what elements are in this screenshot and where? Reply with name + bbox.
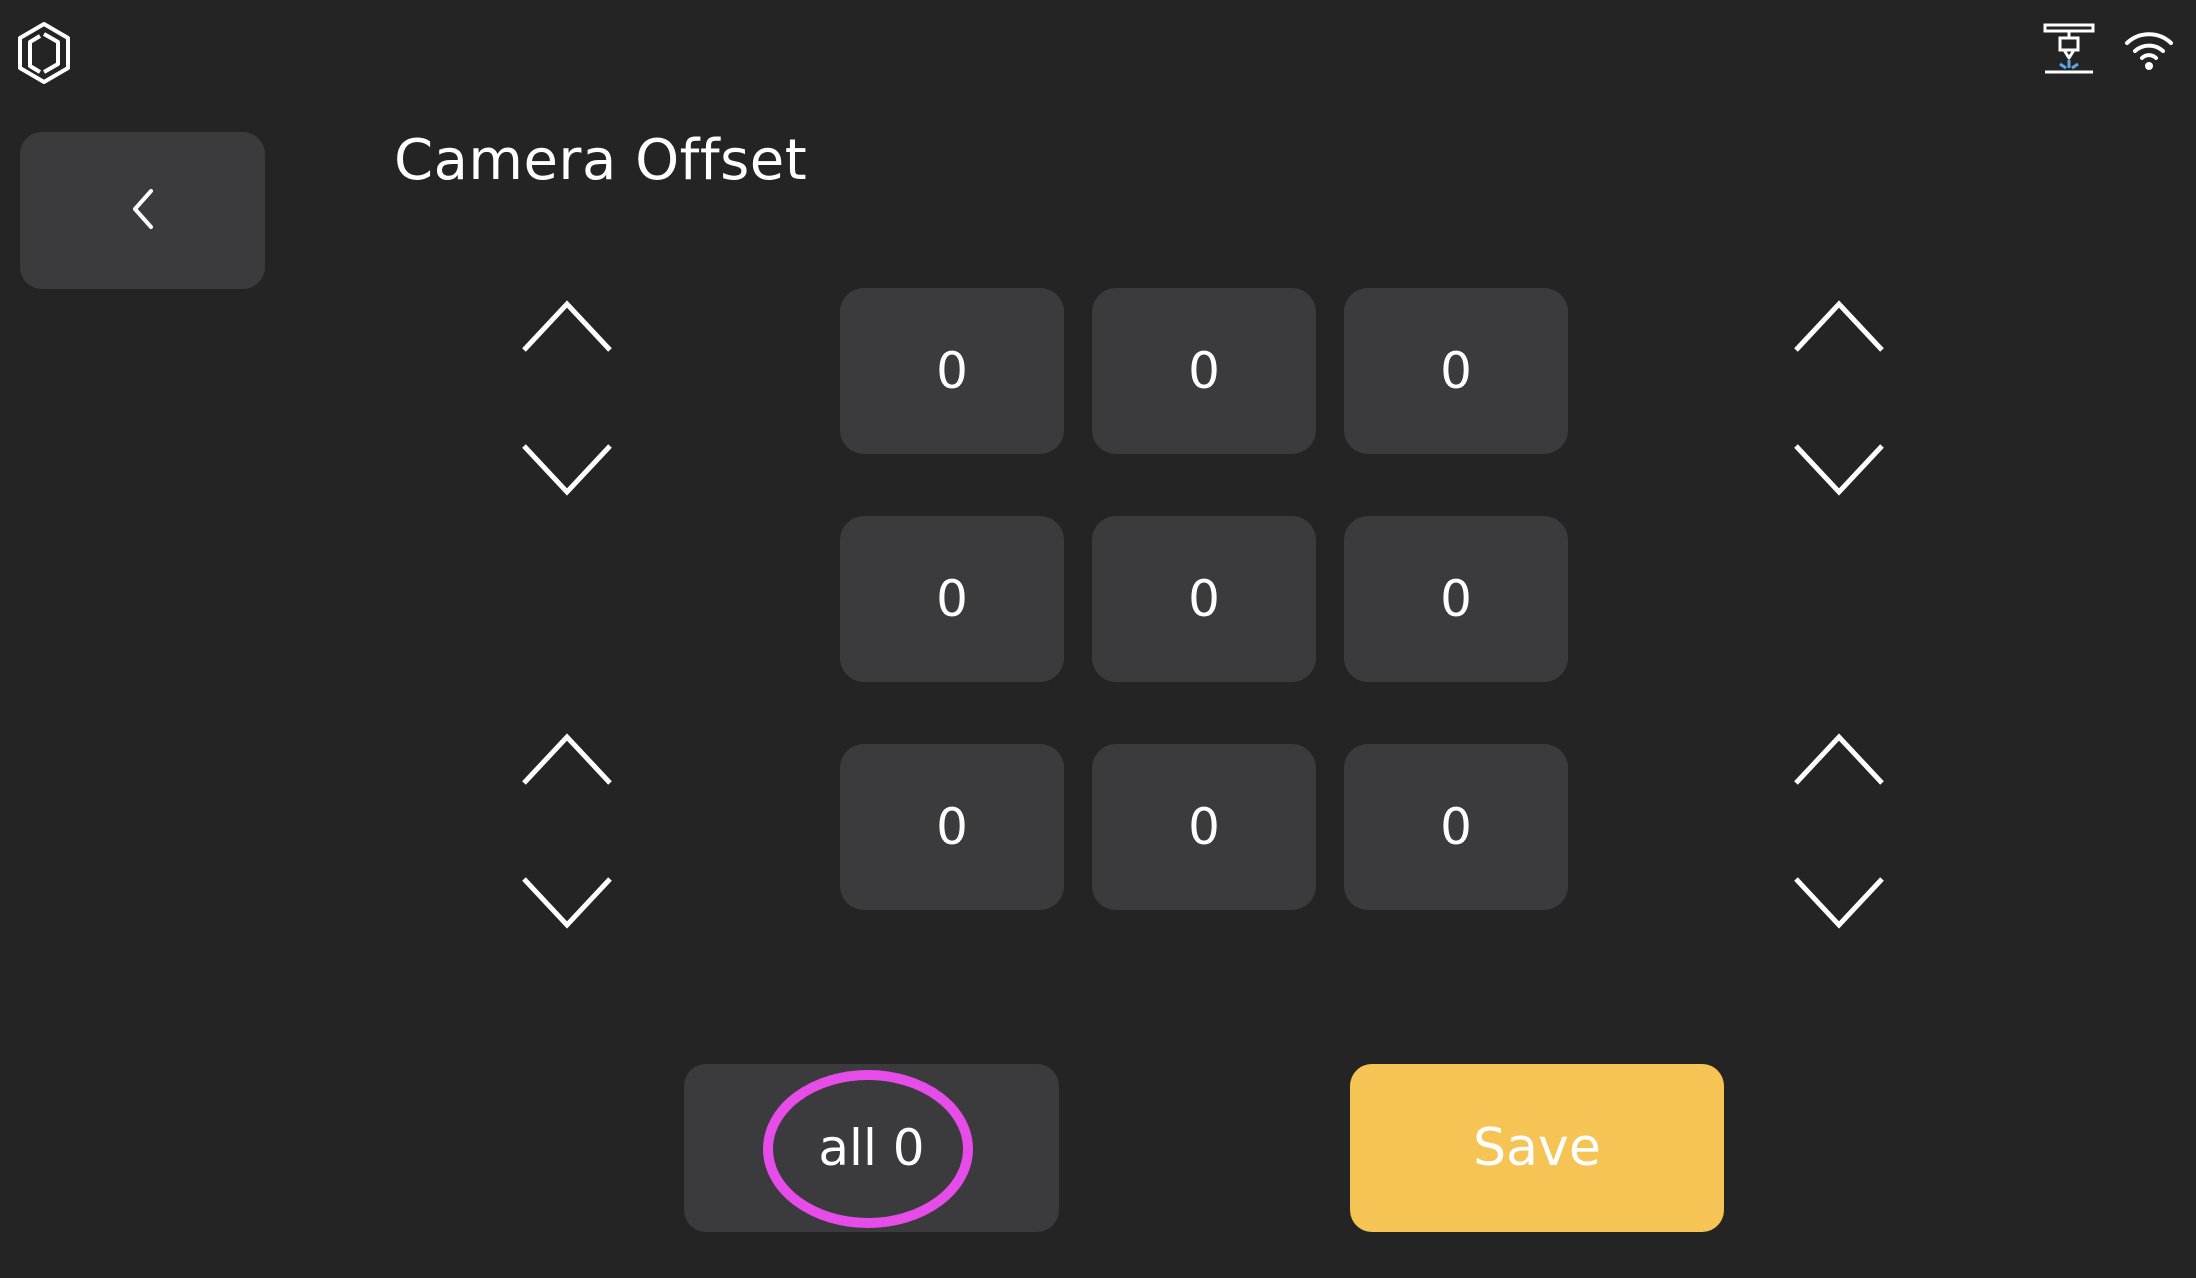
offset-cell-r3c1[interactable]: 0 <box>840 744 1064 910</box>
chevron-up-icon <box>522 300 612 352</box>
offset-cell-r3c3[interactable]: 0 <box>1344 744 1568 910</box>
save-button[interactable]: Save <box>1350 1064 1724 1232</box>
chevron-up-icon <box>1794 733 1884 785</box>
printer-nozzle-icon <box>2042 22 2096 80</box>
offset-cell-r3c2[interactable]: 0 <box>1092 744 1316 910</box>
right-bottom-up-button[interactable] <box>1794 729 1884 789</box>
right-top-down-button[interactable] <box>1794 440 1884 500</box>
all-zero-button[interactable]: all 0 <box>684 1064 1059 1232</box>
offset-grid: 0 0 0 0 0 0 0 0 0 <box>840 288 1568 910</box>
left-bottom-up-button[interactable] <box>522 729 612 789</box>
page-title: Camera Offset <box>394 128 808 193</box>
status-bar <box>2042 22 2174 80</box>
offset-cell-r2c3[interactable]: 0 <box>1344 516 1568 682</box>
right-top-up-button[interactable] <box>1794 296 1884 356</box>
all-zero-label: all 0 <box>818 1119 925 1177</box>
chevron-down-icon <box>1794 444 1884 496</box>
offset-cell-r1c1[interactable]: 0 <box>840 288 1064 454</box>
chevron-down-icon <box>522 444 612 496</box>
chevron-down-icon <box>1794 877 1884 929</box>
left-top-up-button[interactable] <box>522 296 612 356</box>
save-label: Save <box>1473 1118 1601 1178</box>
chevron-up-icon <box>522 733 612 785</box>
wifi-icon <box>2124 27 2174 75</box>
right-bottom-down-button[interactable] <box>1794 873 1884 933</box>
left-bottom-down-button[interactable] <box>522 873 612 933</box>
left-top-down-button[interactable] <box>522 440 612 500</box>
camera-offset-screen: Camera Offset 0 0 0 0 0 0 0 0 0 all 0 Sa… <box>0 0 2196 1278</box>
offset-cell-r1c2[interactable]: 0 <box>1092 288 1316 454</box>
chevron-up-icon <box>1794 300 1884 352</box>
back-button[interactable] <box>20 132 265 289</box>
offset-cell-r1c3[interactable]: 0 <box>1344 288 1568 454</box>
offset-cell-r2c2[interactable]: 0 <box>1092 516 1316 682</box>
hexagon-logo-icon <box>16 20 72 86</box>
offset-cell-r2c1[interactable]: 0 <box>840 516 1064 682</box>
chevron-left-icon <box>127 187 159 235</box>
chevron-down-icon <box>522 877 612 929</box>
